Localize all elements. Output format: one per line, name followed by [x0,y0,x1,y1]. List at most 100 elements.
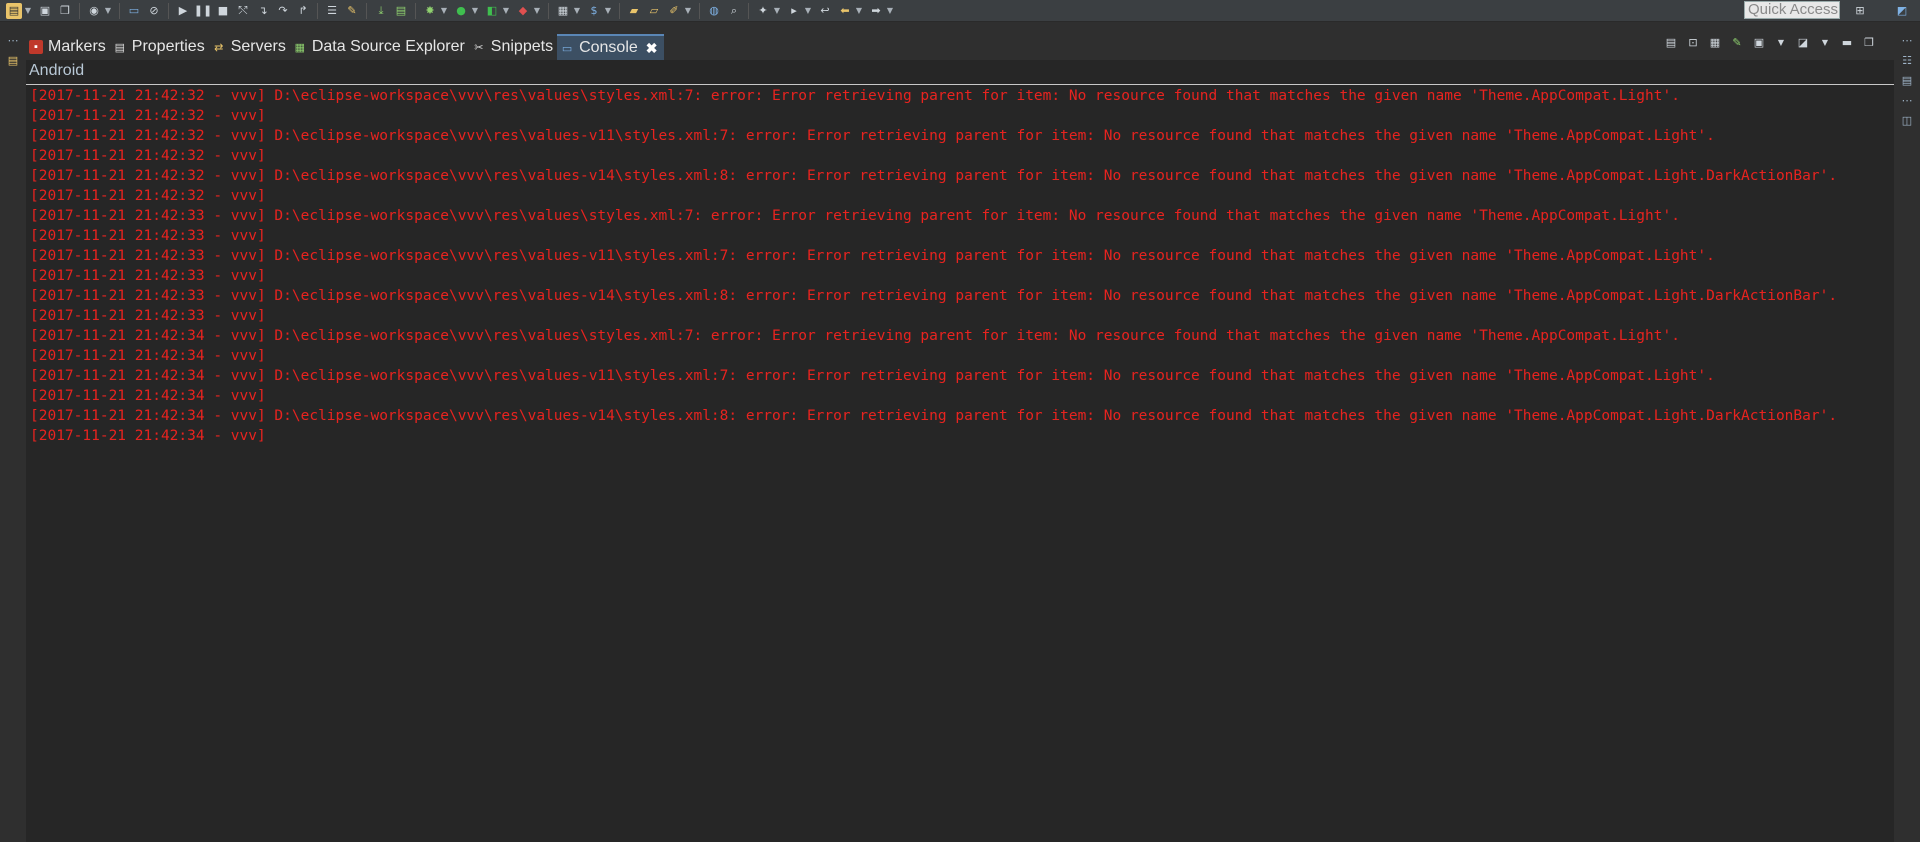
save-all-icon[interactable]: ❐ [57,3,73,19]
data-source-icon: ▦ [294,41,306,54]
run-dropdown-icon[interactable]: ▼ [471,3,479,19]
toolbar-separator [415,2,416,19]
terminate-icon[interactable]: ■ [215,3,231,19]
toolbar-separator [119,2,120,19]
close-tab-icon[interactable]: ✖ [646,40,658,57]
save-icon[interactable]: ▣ [37,3,53,19]
disconnect-icon[interactable]: ⤲ [235,3,251,19]
task-list-icon[interactable]: ▤ [1900,74,1914,88]
coverage-icon[interactable]: ◧ [484,3,500,19]
view-tab-bar: ▪ Markers ▤ Properties ⇄ Servers ▦ Data … [26,32,1894,60]
console-output[interactable]: [2017-11-21 21:42:32 - vvv] D:\eclipse-w… [30,86,1892,446]
skip-breakpoints-icon[interactable]: ⊘ [146,3,162,19]
console-line: [2017-11-21 21:42:33 - vvv] D:\eclipse-w… [30,288,1838,304]
package-explorer-icon[interactable]: ▤ [6,54,20,68]
pin-console-icon[interactable]: ✎ [1729,34,1745,50]
step-into-icon[interactable]: ↴ [255,3,271,19]
external-tools-icon[interactable]: ◆ [515,3,531,19]
tab-label: Servers [230,38,286,55]
console-line: [2017-11-21 21:42:34 - vvv] [30,348,266,364]
display-console-dropdown-icon[interactable]: ▼ [1773,34,1789,50]
scroll-lock-icon[interactable]: ⊡ [1685,34,1701,50]
toolbar-separator [748,2,749,19]
minimize-icon[interactable]: ▬ [1839,34,1855,50]
external-tools-dropdown-icon[interactable]: ▼ [533,3,541,19]
toolbar-separator [317,2,318,19]
restore-icon[interactable]: ⋯ [6,34,20,48]
left-trim-bar: ⋯ ▤ [0,28,26,842]
restore-right-2-icon[interactable]: ⋯ [1900,94,1914,108]
profile-dropdown-icon[interactable]: ▼ [104,3,112,19]
next-annotation-icon[interactable]: ▸ [786,3,802,19]
globe-icon[interactable]: ◍ [706,3,722,19]
new-dropdown-icon[interactable]: ▼ [24,3,32,19]
android-avd-icon[interactable]: ▤ [393,3,409,19]
android-sdk-icon[interactable]: ⤓ [373,3,389,19]
next-annotation-dropdown-icon[interactable]: ▼ [804,3,812,19]
open-console-icon[interactable]: ☰ [324,3,340,19]
console-line: [2017-11-21 21:42:34 - vvv] D:\eclipse-w… [30,328,1680,344]
console-line: [2017-11-21 21:42:32 - vvv] D:\eclipse-w… [30,168,1838,184]
brush-icon[interactable]: ✐ [666,3,682,19]
restore-right-icon[interactable]: ⋯ [1900,34,1914,48]
display-console-icon[interactable]: ▣ [1751,34,1767,50]
web-service-dropdown-icon[interactable]: ▼ [604,3,612,19]
annotation-icon[interactable]: ✦ [755,3,771,19]
web-service-icon[interactable]: $ [586,3,602,19]
forward-dropdown-icon[interactable]: ▼ [886,3,894,19]
open-folder-icon[interactable]: ▰ [626,3,642,19]
open-perspective-icon[interactable]: ⊞ [1852,3,1868,19]
layout-icon[interactable]: ◫ [1900,114,1914,128]
new-server-icon[interactable]: ▦ [555,3,571,19]
profile-icon[interactable]: ◉ [86,3,102,19]
console-line: [2017-11-21 21:42:32 - vvv] [30,188,266,204]
quick-access-field[interactable]: Quick Access [1744,1,1840,19]
step-return-icon[interactable]: ↱ [295,3,311,19]
console-line: [2017-11-21 21:42:33 - vvv] [30,268,266,284]
tab-label: Properties [131,38,205,55]
word-wrap-icon[interactable]: ▦ [1707,34,1723,50]
right-trim-bar: ⋯ ☷ ▤ ⋯ ◫ [1894,28,1920,842]
tab-properties[interactable]: ▤ Properties [110,34,209,60]
open-console-dropdown-icon[interactable]: ▼ [1817,34,1833,50]
outline-icon[interactable]: ☷ [1900,54,1914,68]
console-line: [2017-11-21 21:42:34 - vvv] [30,388,266,404]
toolbar-separator [168,2,169,19]
java-perspective-icon[interactable]: ◩ [1894,3,1910,19]
console-line: [2017-11-21 21:42:33 - vvv] [30,308,266,324]
new-file-icon[interactable]: ▤ [6,2,22,19]
console-line: [2017-11-21 21:42:34 - vvv] [30,428,266,444]
terminal-icon[interactable]: ▭ [126,3,142,19]
last-edit-icon[interactable]: ↩ [817,3,833,19]
debug-dropdown-icon[interactable]: ▼ [440,3,448,19]
suspend-icon[interactable]: ❚❚ [194,3,212,19]
brush-dropdown-icon[interactable]: ▼ [684,3,692,19]
debug-icon[interactable]: ✸ [422,3,438,19]
back-dropdown-icon[interactable]: ▼ [855,3,863,19]
tab-markers[interactable]: ▪ Markers [26,34,110,60]
search-icon[interactable]: ⌕ [726,3,742,19]
tab-data-source-explorer[interactable]: ▦ Data Source Explorer [290,34,469,60]
open-package-icon[interactable]: ▱ [646,3,662,19]
tab-label: Data Source Explorer [311,38,465,55]
coverage-dropdown-icon[interactable]: ▼ [502,3,510,19]
toolbar-separator [548,2,549,19]
tab-console[interactable]: ▭ Console ✖ [557,34,664,60]
forward-icon[interactable]: ➡ [868,3,884,19]
pin-icon[interactable]: ✎ [344,3,360,19]
markers-icon: ▪ [29,40,43,54]
run-icon[interactable]: ● [453,3,469,19]
resume-icon[interactable]: ▶ [175,3,191,19]
new-server-dropdown-icon[interactable]: ▼ [573,3,581,19]
console-line: [2017-11-21 21:42:33 - vvv] D:\eclipse-w… [30,248,1715,264]
open-console-view-icon[interactable]: ◪ [1795,34,1811,50]
tab-snippets[interactable]: ✂ Snippets [469,34,557,60]
back-icon[interactable]: ⬅ [837,3,853,19]
tab-servers[interactable]: ⇄ Servers [209,34,290,60]
clear-console-icon[interactable]: ▤ [1663,34,1679,50]
toolbar-separator [366,2,367,19]
maximize-icon[interactable]: ❐ [1861,34,1877,50]
console-line: [2017-11-21 21:42:32 - vvv] [30,148,266,164]
step-over-icon[interactable]: ↷ [275,3,291,19]
annotation-dropdown-icon[interactable]: ▼ [773,3,781,19]
